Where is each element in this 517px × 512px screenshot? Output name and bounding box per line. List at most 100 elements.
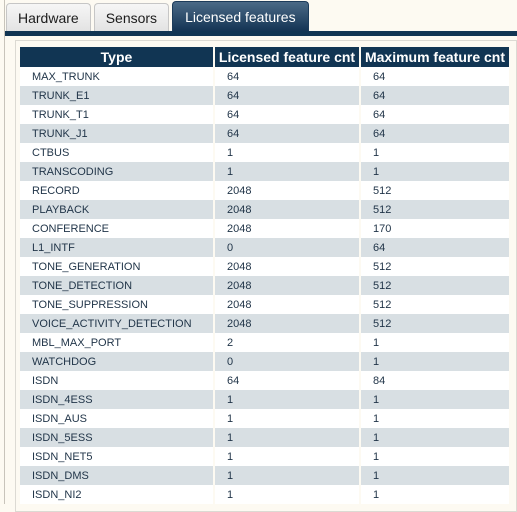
cell-licensed-cnt: 1	[215, 143, 359, 162]
tab-hardware[interactable]: Hardware	[6, 3, 91, 31]
table-row: ISDN_DMS 1 1	[20, 466, 509, 485]
table-row: ISDN 64 84	[20, 371, 509, 390]
cell-maximum-cnt: 1	[361, 143, 509, 162]
cell-maximum-cnt: 170	[361, 219, 509, 238]
cell-maximum-cnt: 1	[361, 352, 509, 371]
tab-strip: Hardware Sensors Licensed features	[6, 1, 312, 31]
cell-maximum-cnt: 64	[361, 238, 509, 257]
cell-licensed-cnt: 64	[215, 371, 359, 390]
cell-maximum-cnt: 1	[361, 162, 509, 181]
cell-maximum-cnt: 1	[361, 428, 509, 447]
table-header-row: Type Licensed feature cnt Maximum featur…	[20, 47, 509, 67]
cell-maximum-cnt: 64	[361, 86, 509, 105]
table-row: ISDN_NI2 1 1	[20, 485, 509, 504]
table-row: TRUNK_E1 64 64	[20, 86, 509, 105]
tab-underline-bar	[5, 31, 517, 36]
cell-type: ISDN_5ESS	[20, 428, 213, 447]
cell-maximum-cnt: 1	[361, 466, 509, 485]
cell-type: VOICE_ACTIVITY_DETECTION	[20, 314, 213, 333]
cell-licensed-cnt: 1	[215, 162, 359, 181]
table-row: CTBUS 1 1	[20, 143, 509, 162]
cell-maximum-cnt: 512	[361, 276, 509, 295]
cell-type: ISDN	[20, 371, 213, 390]
cell-type: ISDN_DMS	[20, 466, 213, 485]
cell-licensed-cnt: 1	[215, 428, 359, 447]
table-row: ISDN_4ESS 1 1	[20, 390, 509, 409]
cell-licensed-cnt: 2048	[215, 219, 359, 238]
cell-type: RECORD	[20, 181, 213, 200]
table-row: ISDN_5ESS 1 1	[20, 428, 509, 447]
page-left-border	[4, 0, 5, 504]
cell-type: ISDN_NET5	[20, 447, 213, 466]
cell-type: ISDN_4ESS	[20, 390, 213, 409]
cell-type: MBL_MAX_PORT	[20, 333, 213, 352]
cell-type: TONE_DETECTION	[20, 276, 213, 295]
cell-licensed-cnt: 0	[215, 352, 359, 371]
cell-licensed-cnt: 2048	[215, 257, 359, 276]
cell-licensed-cnt: 2048	[215, 295, 359, 314]
table-row: PLAYBACK 2048 512	[20, 200, 509, 219]
table-row: RECORD 2048 512	[20, 181, 509, 200]
cell-licensed-cnt: 2048	[215, 276, 359, 295]
column-header-licensed-cnt[interactable]: Licensed feature cnt	[215, 47, 359, 67]
cell-licensed-cnt: 1	[215, 447, 359, 466]
cell-licensed-cnt: 1	[215, 466, 359, 485]
cell-maximum-cnt: 64	[361, 105, 509, 124]
cell-maximum-cnt: 1	[361, 409, 509, 428]
cell-maximum-cnt: 1	[361, 390, 509, 409]
licensed-features-table: Type Licensed feature cnt Maximum featur…	[18, 47, 511, 504]
table-body: MAX_TRUNK 64 64 TRUNK_E1 64 64 TRUNK_T1 64 64 TRU…	[20, 67, 509, 504]
cell-type: CTBUS	[20, 143, 213, 162]
cell-maximum-cnt: 1	[361, 447, 509, 466]
cell-type: WATCHDOG	[20, 352, 213, 371]
cell-licensed-cnt: 64	[215, 67, 359, 86]
cell-type: TRANSCODING	[20, 162, 213, 181]
table-row: TONE_DETECTION 2048 512	[20, 276, 509, 295]
cell-licensed-cnt: 2	[215, 333, 359, 352]
cell-licensed-cnt: 0	[215, 238, 359, 257]
cell-maximum-cnt: 512	[361, 200, 509, 219]
cell-licensed-cnt: 1	[215, 390, 359, 409]
cell-licensed-cnt: 64	[215, 124, 359, 143]
cell-maximum-cnt: 1	[361, 333, 509, 352]
cell-type: ISDN_NI2	[20, 485, 213, 504]
cell-type: TONE_GENERATION	[20, 257, 213, 276]
tab-sensors[interactable]: Sensors	[93, 3, 170, 31]
column-header-maximum-cnt[interactable]: Maximum feature cnt	[361, 47, 509, 67]
table-row: L1_INTF 0 64	[20, 238, 509, 257]
table-row: TRUNK_T1 64 64	[20, 105, 509, 124]
cell-type: TRUNK_E1	[20, 86, 213, 105]
table-row: TRUNK_J1 64 64	[20, 124, 509, 143]
table-row: MBL_MAX_PORT 2 1	[20, 333, 509, 352]
cell-licensed-cnt: 2048	[215, 314, 359, 333]
tab-licensed-features[interactable]: Licensed features	[172, 1, 309, 31]
cell-licensed-cnt: 64	[215, 86, 359, 105]
column-header-type[interactable]: Type	[20, 47, 213, 67]
cell-maximum-cnt: 512	[361, 295, 509, 314]
cell-maximum-cnt: 512	[361, 314, 509, 333]
cell-licensed-cnt: 1	[215, 485, 359, 504]
cell-maximum-cnt: 512	[361, 181, 509, 200]
cell-licensed-cnt: 1	[215, 409, 359, 428]
table-row: VOICE_ACTIVITY_DETECTION 2048 512	[20, 314, 509, 333]
cell-maximum-cnt: 64	[361, 67, 509, 86]
cell-licensed-cnt: 64	[215, 105, 359, 124]
table-row: TONE_SUPPRESSION 2048 512	[20, 295, 509, 314]
cell-type: ISDN_AUS	[20, 409, 213, 428]
cell-licensed-cnt: 2048	[215, 181, 359, 200]
cell-licensed-cnt: 2048	[215, 200, 359, 219]
table-row: CONFERENCE 2048 170	[20, 219, 509, 238]
cell-type: L1_INTF	[20, 238, 213, 257]
cell-type: PLAYBACK	[20, 200, 213, 219]
table-row: TONE_GENERATION 2048 512	[20, 257, 509, 276]
table-row: WATCHDOG 0 1	[20, 352, 509, 371]
table-row: ISDN_AUS 1 1	[20, 409, 509, 428]
table-row: ISDN_NET5 1 1	[20, 447, 509, 466]
table-row: MAX_TRUNK 64 64	[20, 67, 509, 86]
cell-type: TONE_SUPPRESSION	[20, 295, 213, 314]
cell-maximum-cnt: 64	[361, 124, 509, 143]
cell-maximum-cnt: 84	[361, 371, 509, 390]
cell-type: TRUNK_T1	[20, 105, 213, 124]
cell-maximum-cnt: 1	[361, 485, 509, 504]
cell-type: CONFERENCE	[20, 219, 213, 238]
